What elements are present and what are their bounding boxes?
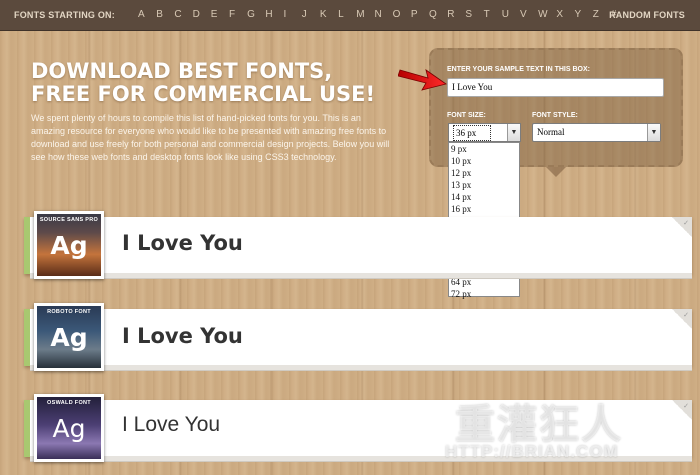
font-size-option[interactable]: 72 px — [449, 288, 519, 300]
hero-title-line1: DOWNLOAD BEST FONTS, — [31, 59, 333, 83]
card-corner[interactable]: ✓ — [672, 217, 692, 237]
top-nav: FONTS STARTING ON: ABCDEFGHIJKLMNOPQRSTU… — [0, 0, 700, 31]
font-size-label: FONT SIZE: — [447, 112, 486, 119]
card-corner[interactable]: ✓ — [672, 309, 692, 329]
font-size-value: 36 px — [453, 125, 492, 141]
letter-link[interactable]: J — [302, 9, 320, 20]
hero-description: We spent plenty of hours to compile this… — [31, 113, 390, 162]
alphabet-nav: A B C D E F G H I J K L M N O P Q R S T U V W X Y Z # — [138, 9, 629, 20]
letter-link[interactable]: U — [502, 9, 520, 20]
letter-link[interactable]: P — [411, 9, 429, 20]
font-style-select[interactable]: Normal ▼ — [532, 123, 661, 142]
watermark-line2: HTTP://BRIAN.COM — [445, 442, 619, 461]
letter-link[interactable]: R — [447, 9, 465, 20]
letter-link[interactable]: G — [247, 9, 265, 20]
check-icon: ✓ — [683, 220, 689, 227]
chevron-down-icon[interactable]: ▼ — [647, 124, 660, 141]
letter-link[interactable]: E — [211, 9, 229, 20]
red-arrow-icon — [398, 69, 447, 91]
letter-link[interactable]: Y — [575, 9, 593, 20]
letter-link[interactable]: K — [320, 9, 338, 20]
thumb-label: SOURCE SANS PRO — [39, 217, 99, 223]
letter-link[interactable]: O — [393, 9, 411, 20]
letter-link[interactable]: C — [174, 9, 192, 20]
letter-link[interactable]: T — [484, 9, 502, 20]
font-size-option[interactable]: 13 px — [449, 179, 519, 191]
hero-title-line2: FREE FOR COMMERCIAL USE! — [31, 82, 376, 106]
thumb-glyph: Ag — [50, 323, 88, 352]
sample-text-input[interactable]: I Love You — [447, 78, 664, 97]
fonts-starting-label: FONTS STARTING ON: — [14, 10, 115, 20]
font-thumbnail[interactable]: ROBOTO FONT Ag — [34, 303, 104, 371]
letter-link[interactable]: F — [229, 9, 247, 20]
check-icon: ✓ — [683, 312, 689, 319]
font-size-option[interactable]: 12 px — [449, 167, 519, 179]
letter-link[interactable]: M — [356, 9, 374, 20]
font-sample-text: I Love You — [122, 231, 243, 255]
hero-title: DOWNLOAD BEST FONTS, FREE FOR COMMERCIAL… — [31, 60, 401, 106]
font-size-option[interactable]: 10 px — [449, 155, 519, 167]
letter-link[interactable]: X — [556, 9, 574, 20]
letter-link[interactable]: L — [338, 9, 356, 20]
font-size-option[interactable]: 14 px — [449, 191, 519, 203]
font-style-label: FONT STYLE: — [532, 112, 578, 119]
letter-link[interactable]: I — [284, 9, 302, 20]
font-style-value: Normal — [537, 127, 565, 137]
font-sample-text: I Love You — [122, 413, 221, 436]
letter-link[interactable]: Q — [429, 9, 447, 20]
watermark: 重灌狂人 HTTP://BRIAN.COM — [445, 392, 695, 472]
thumb-label: OSWALD FONT — [47, 400, 91, 406]
font-thumbnail[interactable]: OSWALD FONT Ag — [34, 394, 104, 462]
letter-link[interactable]: S — [465, 9, 483, 20]
letter-link[interactable]: N — [374, 9, 392, 20]
letter-link[interactable]: W — [538, 9, 556, 20]
letter-link[interactable]: D — [193, 9, 211, 20]
font-size-option[interactable]: 9 px — [449, 143, 519, 155]
thumb-glyph: Ag — [52, 414, 86, 443]
font-size-select[interactable]: 36 px ▼ — [448, 123, 521, 142]
random-fonts-link[interactable]: RANDOM FONTS — [609, 10, 685, 20]
font-thumbnail[interactable]: SOURCE SANS PRO Ag — [34, 211, 104, 279]
letter-link[interactable]: H — [265, 9, 283, 20]
chevron-down-icon[interactable]: ▼ — [507, 124, 520, 141]
thumb-glyph: Ag — [50, 231, 88, 260]
letter-link[interactable]: A — [138, 9, 156, 20]
letter-link[interactable]: V — [520, 9, 538, 20]
font-size-option[interactable]: 16 px — [449, 203, 519, 215]
sample-text-label: ENTER YOUR SAMPLE TEXT IN THIS BOX: — [447, 66, 590, 73]
font-sample-text: I Love You — [122, 324, 243, 348]
letter-link[interactable]: B — [156, 9, 174, 20]
thumb-label: ROBOTO FONT — [47, 309, 91, 315]
